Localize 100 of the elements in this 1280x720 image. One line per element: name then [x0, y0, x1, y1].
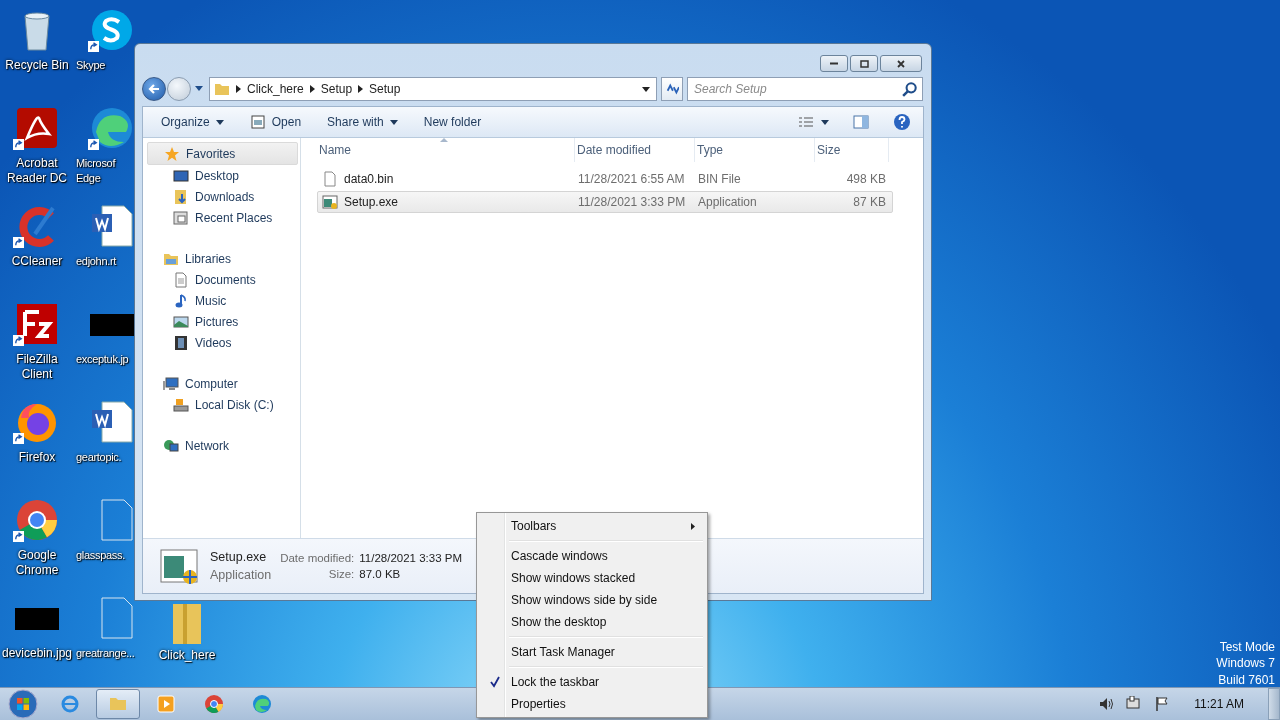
file-row[interactable]: data0.bin 11/28/2021 6:55 AM BIN File 498 KB: [317, 168, 893, 190]
desktop-icon-label[interactable]: exceptuk.jp: [76, 352, 129, 367]
file-row[interactable]: Setup.exe 11/28/2021 3:33 PM Application 87 KB: [317, 191, 893, 213]
desktop-icon-label[interactable]: Recycle Bin: [5, 58, 69, 73]
desktop-icon-label[interactable]: CCleaner: [11, 254, 63, 269]
test-mode-text: Test Mode: [1219, 638, 1275, 655]
menu-item[interactable]: Show windows stacked: [479, 567, 705, 589]
sort-arrow-icon: [440, 138, 448, 142]
back-button[interactable]: [142, 77, 166, 101]
hard-drive-icon: [173, 396, 189, 413]
details-file-name: Setup.exe: [210, 550, 268, 564]
menu-item[interactable]: Cascade windows: [479, 545, 705, 567]
toolbar-button[interactable]: New folder: [415, 111, 490, 133]
table-cell-text: 11/28/2021 3:33 PM: [577, 195, 687, 209]
column-header[interactable]: Date modified: [575, 138, 695, 162]
maximize-icon: [859, 58, 869, 69]
test-mode-text: Build 7601: [1218, 671, 1275, 688]
desktop-icon-label[interactable]: FileZilla Client: [1, 352, 73, 382]
column-header[interactable]: Size: [815, 138, 889, 162]
menu-item[interactable]: Properties: [479, 693, 705, 715]
folder-icon: [214, 81, 230, 97]
download-folder-icon: [173, 188, 189, 205]
skype-app-icon[interactable]: [90, 8, 134, 52]
menu-item[interactable]: Lock the taskbar: [479, 671, 705, 693]
network-icon[interactable]: [1126, 696, 1143, 712]
filezilla-app-icon[interactable]: [15, 302, 59, 346]
breadcrumb-arrow-icon[interactable]: [236, 85, 241, 93]
refresh-arrows-icon: [665, 82, 679, 96]
pdf-app-icon[interactable]: [15, 106, 59, 150]
table-cell-text: 87 KB: [852, 195, 887, 209]
chrome-icon: [204, 694, 224, 714]
nav-item[interactable]: Recent Places: [147, 207, 298, 228]
table-cell-text: Application: [697, 195, 758, 209]
submenu-arrow-icon: [691, 522, 695, 530]
menu-item[interactable]: Start Task Manager: [479, 641, 705, 663]
details-file-type: Application: [210, 568, 272, 582]
breadcrumb-item[interactable]: Click_here: [247, 82, 304, 96]
address-bar[interactable]: Click_here Setup Setup: [209, 77, 657, 101]
document-icon: [173, 271, 189, 288]
recent-places-icon: [173, 209, 189, 226]
breadcrumb-item[interactable]: Setup: [369, 82, 401, 96]
desktop-icon-label[interactable]: Skype: [76, 58, 106, 73]
breadcrumb-arrow-icon[interactable]: [309, 85, 315, 93]
history-dropdown-icon[interactable]: [195, 86, 203, 92]
refresh-button[interactable]: [661, 77, 683, 101]
close-button[interactable]: [880, 55, 922, 72]
clock[interactable]: 11:21 AM: [1194, 697, 1244, 711]
edge-app-icon[interactable]: [90, 106, 134, 150]
desktop-icon-label[interactable]: Firefox: [18, 450, 56, 465]
back-arrow-icon: [147, 82, 161, 96]
menu-item[interactable]: Show windows side by side: [479, 589, 705, 611]
application-icon: [157, 546, 201, 586]
toolbar-button[interactable]: Share with: [319, 111, 406, 133]
nav-item[interactable]: Desktop: [147, 165, 298, 186]
breadcrumb-arrow-icon[interactable]: [358, 85, 364, 93]
nav-item[interactable]: Music: [147, 290, 298, 311]
menu-item[interactable]: Toolbars: [479, 515, 705, 537]
details-value: 87.0 KB: [359, 568, 402, 580]
file-icon: [322, 171, 338, 187]
preview-pane-icon: [853, 115, 869, 129]
nav-item[interactable]: Downloads: [147, 186, 298, 207]
speaker-icon[interactable]: [1098, 696, 1115, 712]
edge-icon: [252, 694, 272, 714]
dropdown-arrow-icon[interactable]: [642, 86, 650, 92]
desktop-icon-label[interactable]: edjohn.rt: [76, 254, 117, 269]
nav-item[interactable]: Documents: [147, 269, 298, 290]
breadcrumb-item[interactable]: Setup: [320, 82, 353, 96]
computer-icon: [163, 375, 179, 392]
desktop-icon-label[interactable]: glasspass.: [76, 548, 125, 563]
taskbar-button[interactable]: [96, 689, 140, 719]
test-mode-text: Windows 7: [1216, 655, 1275, 672]
nav-item[interactable]: Computer: [147, 373, 298, 394]
menu-item[interactable]: Show the desktop: [479, 611, 705, 633]
desktop-icon-label[interactable]: Microsof Edge: [76, 156, 134, 186]
word-document-icon[interactable]: [90, 204, 134, 248]
minimize-button[interactable]: [820, 55, 848, 72]
nav-item[interactable]: Local Disk (C:): [147, 394, 298, 415]
nav-item[interactable]: Network: [147, 435, 298, 456]
search-field[interactable]: Search Setup: [687, 77, 923, 101]
nav-item[interactable]: Videos: [147, 332, 298, 353]
nav-item[interactable]: Favorites: [147, 142, 298, 165]
desktop-icon-label[interactable]: devicebin.jpg: [1, 646, 73, 661]
flag-icon[interactable]: [1154, 696, 1171, 712]
media-player-icon: [156, 694, 176, 714]
nav-item[interactable]: Pictures: [147, 311, 298, 332]
details-label: Size:: [327, 568, 356, 580]
search-icon: [902, 81, 918, 97]
desktop-icon-label[interactable]: Google Chrome: [1, 548, 73, 578]
toolbar-button[interactable]: Organize: [153, 111, 232, 133]
maximize-button[interactable]: [850, 55, 878, 72]
desktop-icon-label[interactable]: Acrobat Reader DC: [1, 156, 73, 186]
column-header[interactable]: Type: [695, 138, 815, 162]
nav-item[interactable]: Libraries: [147, 248, 298, 269]
desktop-icon-label[interactable]: greatrange...: [76, 646, 134, 661]
table-cell-text: 11/28/2021 6:55 AM: [577, 172, 686, 186]
toolbar-button[interactable]: Open: [241, 110, 310, 134]
chrome-app-icon[interactable]: [15, 498, 59, 542]
word-document-icon[interactable]: [90, 400, 134, 444]
table-cell-text: BIN File: [697, 172, 742, 186]
desktop-icon-label[interactable]: geartopic.: [76, 450, 122, 465]
